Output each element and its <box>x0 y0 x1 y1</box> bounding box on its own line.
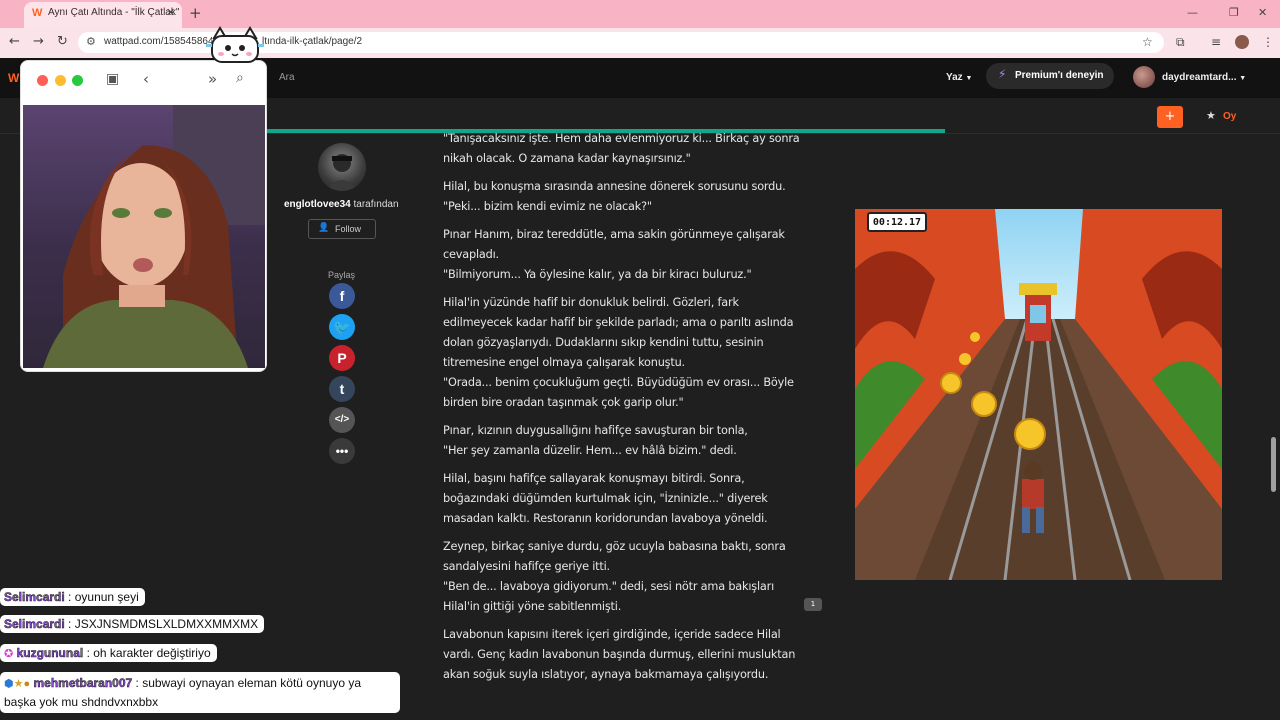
minimize-icon[interactable]: — <box>1187 6 1198 19</box>
story-line: "Her şey zamanla düzelir. Hem... ev hâlâ… <box>443 444 737 457</box>
story-line: Hilal, bu konuşma sırasında annesine dön… <box>443 180 786 193</box>
story-line: "Bilmiyorum... Ya öylesine kalır, ya da … <box>443 268 752 281</box>
reading-list-icon[interactable]: ≡ <box>1211 35 1221 49</box>
search-icon[interactable]: ⌕ <box>236 70 244 86</box>
chat-username: kuzgununal <box>16 646 84 661</box>
chat-message: ⬢★● mehmetbaran007 : subwayi oynayan ele… <box>0 672 400 713</box>
bookmark-star-icon[interactable]: ☆ <box>1142 35 1153 49</box>
subway-surfers-scene <box>855 209 1222 580</box>
comment-count-badge[interactable]: 1 <box>804 598 822 611</box>
pinterest-share-icon[interactable]: P <box>329 345 355 371</box>
chevron-down-icon: ▼ <box>965 75 973 82</box>
reload-icon[interactable]: ↻ <box>57 34 68 49</box>
user-menu[interactable]: daydreamtard... ▼ <box>1162 72 1246 83</box>
star-icon[interactable]: ★ <box>1206 109 1216 122</box>
chat-username: Selimcardi <box>4 617 65 632</box>
write-label: Yaz <box>946 72 963 83</box>
story-line: "Orada... benim çocukluğum geçti. Büyüdü… <box>443 376 794 409</box>
back-icon[interactable]: ← <box>9 34 20 49</box>
chevron-down-icon: ▼ <box>1239 75 1247 82</box>
story-line: "Ben de... lavaboya gidiyorum." dedi, se… <box>443 580 775 613</box>
site-info-icon[interactable]: ⚙ <box>86 35 96 48</box>
profile-avatar-icon[interactable] <box>1235 35 1249 49</box>
chat-text: : oyunun şeyi <box>68 590 139 604</box>
author-byline: englotlovee34 tarafından <box>284 199 402 210</box>
write-menu[interactable]: Yaz ▼ <box>946 72 972 83</box>
story-paragraph: Hilal, başını hafifçe sallayarak konuşma… <box>443 469 803 529</box>
story-text: "Tanışacaksınız işte. Hem daha evlenmiyo… <box>443 129 803 684</box>
streamer-image <box>43 105 265 368</box>
facebook-share-icon[interactable]: f <box>329 283 355 309</box>
vote-button[interactable]: Oy <box>1223 111 1236 122</box>
more-options-icon[interactable]: ••• <box>329 438 355 464</box>
new-tab-icon[interactable]: + <box>189 4 202 22</box>
wattpad-favicon-icon: W <box>32 7 43 19</box>
share-heading: Paylaş <box>328 270 356 280</box>
add-user-icon: 👤 <box>318 223 330 233</box>
star-badge-icon: ✪ <box>4 648 14 660</box>
chat-text: : JSXJNSMDMSLXLDMXXMMXMX <box>68 617 259 631</box>
story-paragraph: Hilal'in yüzünde hafif bir donukluk beli… <box>443 293 803 413</box>
story-paragraph: Pınar Hanım, biraz tereddütle, ama sakin… <box>443 225 803 285</box>
chevron-left-icon[interactable]: ‹ <box>143 70 149 88</box>
story-paragraph: Zeynep, birkaç saniye durdu, göz ucuyla … <box>443 537 803 617</box>
cat-cursor-icon <box>206 26 264 63</box>
lightning-icon: ⚡ <box>998 67 1007 81</box>
follow-label: Follow <box>335 224 362 234</box>
chat-message: ✪ kuzgununal : oh karakter değiştiriyo <box>0 644 217 662</box>
chat-username: mehmetbaran007 <box>33 676 133 691</box>
author-avatar-image <box>326 154 358 191</box>
username-label: daydreamtard... <box>1162 72 1237 83</box>
story-line: Pınar, kızının duygusallığını hafifçe sa… <box>443 424 748 437</box>
menu-kebab-icon[interactable]: ⋮ <box>1262 35 1274 49</box>
story-paragraph: Hilal, bu konuşma sırasında annesine dön… <box>443 177 803 217</box>
author-suffix: tarafından <box>350 199 399 210</box>
author-name[interactable]: englotlovee34 <box>284 199 351 210</box>
maximize-icon[interactable]: ❐ <box>1229 6 1239 19</box>
star-badge-icon: ★ <box>13 678 24 690</box>
shield-badge-icon: ⬢ <box>4 678 14 690</box>
forward-icon[interactable]: → <box>33 34 44 49</box>
double-chevron-icon[interactable]: » <box>208 70 217 88</box>
sidebar-icon[interactable]: ▣ <box>106 71 119 87</box>
story-paragraph: Lavabonun kapısını iterek içeri girdiğin… <box>443 625 803 684</box>
close-window-dot-icon[interactable] <box>37 75 48 86</box>
page-scrollbar[interactable] <box>1271 437 1276 492</box>
chat-message: Selimcardi : oyunun şeyi <box>0 588 145 606</box>
chat-message: Selimcardi : JSXJNSMDMSLXLDMXXMMXMX <box>0 615 265 633</box>
story-line: "Peki... bizim kendi evimiz ne olacak?" <box>443 200 652 213</box>
story-line: Hilal, başını hafifçe sallayarak konuşma… <box>443 472 768 525</box>
embed-share-icon[interactable]: </> <box>329 407 355 433</box>
story-line: Lavabonun kapısını iterek içeri girdiğin… <box>443 628 796 681</box>
twitter-share-icon[interactable]: 🐦 <box>329 314 355 340</box>
story-line: Hilal'in yüzünde hafif bir donukluk beli… <box>443 296 794 369</box>
story-line: Pınar Hanım, biraz tereddütle, ama sakin… <box>443 228 785 261</box>
tumblr-share-icon[interactable]: t <box>329 376 355 402</box>
coin-badge-icon: ● <box>23 678 31 690</box>
url-text-end: ltında-ilk-çatlak/page/2 <box>262 36 363 47</box>
premium-label: Premium'ı deneyin <box>1015 70 1104 81</box>
add-to-list-button[interactable]: + <box>1157 106 1183 128</box>
story-paragraph: Pınar, kızının duygusallığını hafifçe sa… <box>443 421 803 461</box>
story-paragraph: "Tanışacaksınız işte. Hem daha evlenmiyo… <box>443 129 803 169</box>
zoom-window-dot-icon[interactable] <box>72 75 83 86</box>
close-tab-icon[interactable]: ✕ <box>166 6 175 19</box>
gameplay-video[interactable] <box>855 209 1222 580</box>
webcam-feed <box>23 105 265 368</box>
extensions-icon[interactable]: ⧉ <box>1176 35 1185 50</box>
user-avatar[interactable] <box>1133 66 1155 88</box>
wattpad-logo[interactable]: W <box>8 71 19 85</box>
close-window-icon[interactable]: ✕ <box>1258 6 1267 19</box>
author-avatar[interactable] <box>318 143 366 191</box>
story-line: Zeynep, birkaç saniye durdu, göz ucuyla … <box>443 540 786 573</box>
chat-username: Selimcardi <box>4 590 65 605</box>
story-line: "Tanışacaksınız işte. Hem daha evlenmiyo… <box>443 132 800 165</box>
search-input[interactable]: Ara <box>279 72 295 83</box>
url-text: wattpad.com/1585458642 <box>104 36 220 47</box>
game-timer: 00:12.17 <box>867 212 927 232</box>
minimize-window-dot-icon[interactable] <box>55 75 66 86</box>
tab-title: Aynı Çatı Altında - "İlk Çatlak" <box>48 7 180 18</box>
chat-text: : oh karakter değiştiriyo <box>86 646 211 660</box>
